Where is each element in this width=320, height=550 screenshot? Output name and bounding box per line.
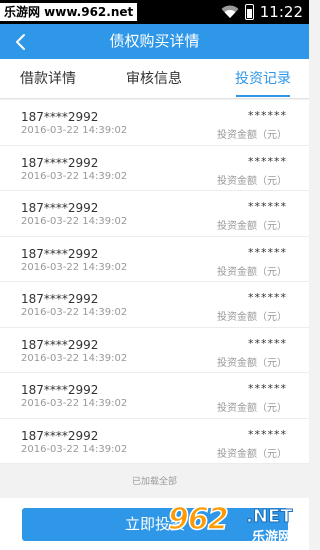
battery-icon — [244, 4, 254, 20]
list-item[interactable]: 187****2992 2016-03-22 14:39:02 ****** 投资金额… — [0, 373, 309, 419]
list-item[interactable]: 187****2992 2016-03-22 14:39:02 ****** 投资金额… — [0, 100, 309, 146]
record-amount: ****** — [248, 245, 287, 259]
record-amount-label: 投资金额（元） — [217, 130, 287, 141]
list-item[interactable]: 187****2992 2016-03-22 14:39:02 ****** 投资金额… — [0, 282, 309, 328]
page-title: 债权购买详情 — [109, 32, 200, 50]
status-watermark: 乐游网 www.962.net — [0, 3, 138, 21]
record-phone: 187****2992 — [21, 428, 99, 443]
record-amount-label: 投资金额（元） — [217, 266, 287, 278]
wifi-icon — [221, 5, 239, 18]
record-time: 2016-03-22 14:39:02 — [21, 261, 128, 273]
record-amount: ****** — [248, 382, 287, 395]
list-item[interactable]: 187****2992 2016-03-22 14:39:02 ****** 投资金额… — [0, 236, 309, 282]
record-amount-label: 投资金额（元） — [217, 448, 287, 460]
record-amount-label: 投资金额（元） — [217, 175, 287, 187]
record-time: 2016-03-22 14:39:02 — [21, 307, 128, 318]
tab-investment-records[interactable]: 投资记录 — [235, 59, 291, 99]
status-bar: 乐游网 www.962.net 11:22 — [0, 0, 309, 24]
record-amount: ****** — [248, 291, 287, 304]
watermark-number: 962 — [167, 501, 229, 538]
list-item[interactable]: 187****2992 2016-03-22 14:39:02 ****** 投资金额… — [0, 145, 309, 191]
list-end-message: 已加载全部 — [131, 477, 177, 487]
watermark-brand: 乐游网 — [252, 530, 292, 545]
record-time: 2016-03-22 14:39:02 — [21, 125, 128, 136]
status-time: 11:22 — [259, 3, 303, 21]
record-phone: 187****2992 — [21, 110, 99, 124]
tab-bar: 借款详情 审核信息 投资记录 — [0, 59, 309, 99]
record-amount: ****** — [248, 336, 287, 350]
list-item[interactable]: 187****2992 2016-03-22 14:39:02 ****** 投资金额… — [0, 191, 309, 237]
record-time: 2016-03-22 14:39:02 — [21, 443, 128, 455]
record-phone: 187****2992 — [21, 383, 99, 397]
record-time: 2016-03-22 14:39:02 — [21, 216, 128, 227]
record-amount-label: 投资金额（元） — [217, 221, 287, 232]
active-tab-indicator — [236, 95, 290, 97]
nav-bar: 债权购买详情 — [0, 24, 309, 59]
record-amount: ****** — [248, 109, 287, 122]
tab-review-info[interactable]: 审核信息 — [126, 59, 182, 99]
record-phone: 187****2992 — [21, 292, 99, 306]
status-indicators: 11:22 — [221, 0, 303, 24]
record-phone: 187****2992 — [21, 337, 99, 352]
record-amount: ****** — [248, 427, 287, 441]
record-time: 2016-03-22 14:39:02 — [21, 398, 128, 409]
watermark-domain: .NET — [245, 506, 293, 528]
record-time: 2016-03-22 14:39:02 — [21, 352, 128, 364]
tab-loan-details[interactable]: 借款详情 — [20, 59, 76, 99]
investment-record-list: 187****2992 2016-03-22 14:39:02 ****** 投资金额… — [0, 100, 309, 464]
record-phone: 187****2992 — [21, 155, 99, 170]
list-item[interactable]: 187****2992 2016-03-22 14:39:02 ****** 投资金额… — [0, 418, 309, 464]
record-phone: 187****2992 — [21, 201, 99, 215]
record-amount-label: 投资金额（元） — [217, 357, 287, 369]
record-amount-label: 投资金额（元） — [217, 312, 287, 323]
record-amount-label: 投资金额（元） — [217, 403, 287, 414]
record-time: 2016-03-22 14:39:02 — [21, 170, 128, 182]
record-amount: ****** — [248, 154, 287, 168]
list-item[interactable]: 187****2992 2016-03-22 14:39:02 ****** 投资金额… — [0, 327, 309, 373]
record-amount: ****** — [248, 200, 287, 213]
watermark-logo: 962 .NET 乐游网 — [167, 500, 309, 550]
record-phone: 187****2992 — [21, 246, 99, 261]
